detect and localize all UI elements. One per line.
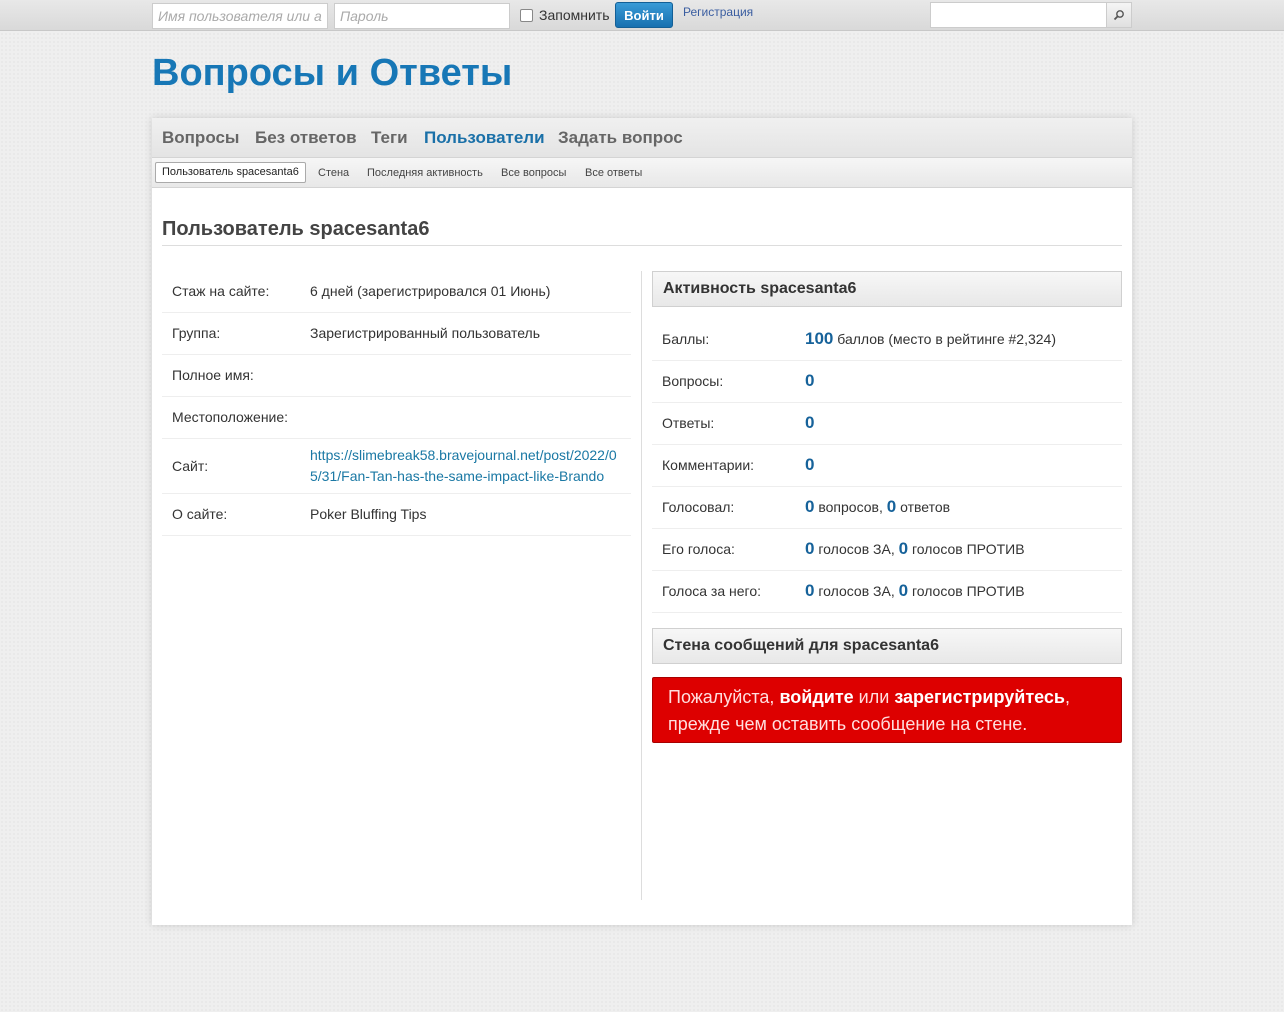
checkbox-icon[interactable] <box>520 8 533 22</box>
table-row: Его голоса: 0 голосов ЗА, 0 голосов ПРОТ… <box>652 529 1122 571</box>
row-label: Стаж на сайте: <box>172 283 270 299</box>
page-title: Пользователь spacesanta6 <box>162 218 430 240</box>
his-up-count: 0 <box>805 539 815 558</box>
remember-label: Запомнить <box>539 7 610 23</box>
row-value: Poker Bluffing Tips <box>310 506 427 522</box>
row-value: 0 <box>805 371 814 391</box>
row-value: 100 баллов (место в рейтинге #2,324) <box>805 329 1056 349</box>
wall-login-alert: Пожалуйста, войдите или зарегистрируйтес… <box>652 677 1122 743</box>
row-label: О сайте: <box>172 506 228 522</box>
sub-nav: Пользователь spacesanta6 Стена Последняя… <box>152 158 1132 188</box>
row-value: 0 <box>805 413 814 433</box>
main-nav: Вопросы Без ответов Теги Пользователи За… <box>152 118 1132 158</box>
for-down-text: голосов ПРОТИВ <box>911 583 1025 599</box>
main-panel: Вопросы Без ответов Теги Пользователи За… <box>152 118 1132 925</box>
his-down-count: 0 <box>898 539 909 558</box>
table-row: Комментарии: 0 <box>652 445 1122 487</box>
table-row: Вопросы: 0 <box>652 361 1122 403</box>
row-label: Сайт: <box>172 458 209 474</box>
row-value: 0 голосов ЗА, 0 голосов ПРОТИВ <box>805 581 1025 601</box>
tab-user[interactable]: Пользователь spacesanta6 <box>155 162 306 183</box>
table-row: Стаж на сайте: 6 дней (зарегистрировался… <box>162 271 631 313</box>
profile-table: Стаж на сайте: 6 дней (зарегистрировался… <box>162 271 631 536</box>
for-up-count: 0 <box>805 581 815 600</box>
his-down-text: голосов ПРОТИВ <box>911 541 1025 557</box>
row-label: Местоположение: <box>172 409 289 425</box>
voted-answers-text: ответов <box>900 499 951 515</box>
tab-wall[interactable]: Стена <box>318 167 349 179</box>
nav-unanswered[interactable]: Без ответов <box>255 128 357 148</box>
points-value: 100 <box>805 329 834 348</box>
alert-login-link[interactable]: войдите <box>779 687 853 707</box>
his-up-text: голосов ЗА, <box>818 541 895 557</box>
tab-all-questions[interactable]: Все вопросы <box>501 167 566 179</box>
questions-count: 0 <box>805 371 815 390</box>
comments-count: 0 <box>805 455 815 474</box>
search-button[interactable] <box>1106 2 1132 28</box>
remember-checkbox[interactable]: Запомнить <box>520 7 610 23</box>
table-row: Полное имя: <box>162 355 631 397</box>
points-text: баллов (место в рейтинге #2,324) <box>837 331 1057 347</box>
register-link[interactable]: Регистрация <box>683 5 753 19</box>
divider <box>162 245 1122 246</box>
row-label: Группа: <box>172 325 221 341</box>
row-value: 0 <box>805 455 814 475</box>
row-value: 0 вопросов, 0 ответов <box>805 497 950 517</box>
wall-heading: Стена сообщений для spacesanta6 <box>652 628 1122 664</box>
for-down-count: 0 <box>898 581 909 600</box>
voted-questions-count: 0 <box>805 497 815 516</box>
tab-all-answers[interactable]: Все ответы <box>585 167 642 179</box>
voted-answers-count: 0 <box>886 497 897 516</box>
table-row: Местоположение: <box>162 397 631 439</box>
row-label: Комментарии: <box>662 457 755 473</box>
row-label: Голоса за него: <box>662 583 761 599</box>
top-bar: Запомнить Войти Регистрация <box>0 0 1284 31</box>
row-label: Баллы: <box>662 331 710 347</box>
nav-users[interactable]: Пользователи <box>424 128 545 148</box>
password-input[interactable] <box>334 3 510 29</box>
login-button[interactable]: Войти <box>615 2 673 28</box>
column-divider <box>641 271 642 900</box>
table-row: Баллы: 100 баллов (место в рейтинге #2,3… <box>652 319 1122 361</box>
row-label: Его голоса: <box>662 541 735 557</box>
nav-tags[interactable]: Теги <box>371 128 408 148</box>
row-value: Зарегистрированный пользователь <box>310 325 541 341</box>
website-link[interactable]: https://slimebreak58.bravejournal.net/po… <box>310 445 628 487</box>
alert-text-pre: Пожалуйста, <box>668 687 775 707</box>
row-label: Вопросы: <box>662 373 724 389</box>
nav-questions[interactable]: Вопросы <box>162 128 239 148</box>
activity-table: Баллы: 100 баллов (место в рейтинге #2,3… <box>652 319 1122 613</box>
voted-questions-text: вопросов, <box>818 499 883 515</box>
table-row: Группа: Зарегистрированный пользователь <box>162 313 631 355</box>
site-title[interactable]: Вопросы и Ответы <box>152 52 512 95</box>
row-label: Полное имя: <box>172 367 254 383</box>
alert-register-link[interactable]: зарегистрируйтесь <box>894 687 1065 707</box>
row-value: 0 голосов ЗА, 0 голосов ПРОТИВ <box>805 539 1025 559</box>
table-row: О сайте: Poker Bluffing Tips <box>162 494 631 536</box>
username-input[interactable] <box>152 3 328 29</box>
answers-count: 0 <box>805 413 815 432</box>
table-row: Ответы: 0 <box>652 403 1122 445</box>
activity-heading: Активность spacesanta6 <box>652 271 1122 307</box>
for-up-text: голосов ЗА, <box>818 583 895 599</box>
search-icon <box>1113 10 1124 21</box>
row-label: Ответы: <box>662 415 715 431</box>
table-row: Сайт: https://slimebreak58.bravejournal.… <box>162 439 631 494</box>
table-row: Голоса за него: 0 голосов ЗА, 0 голосов … <box>652 571 1122 613</box>
tab-activity[interactable]: Последняя активность <box>367 167 483 179</box>
table-row: Голосовал: 0 вопросов, 0 ответов <box>652 487 1122 529</box>
alert-text-mid: или <box>858 687 890 707</box>
nav-ask[interactable]: Задать вопрос <box>558 128 683 148</box>
row-label: Голосовал: <box>662 499 735 515</box>
search-input[interactable] <box>930 2 1108 28</box>
row-value: 6 дней (зарегистрировался 01 Июнь) <box>310 283 551 299</box>
